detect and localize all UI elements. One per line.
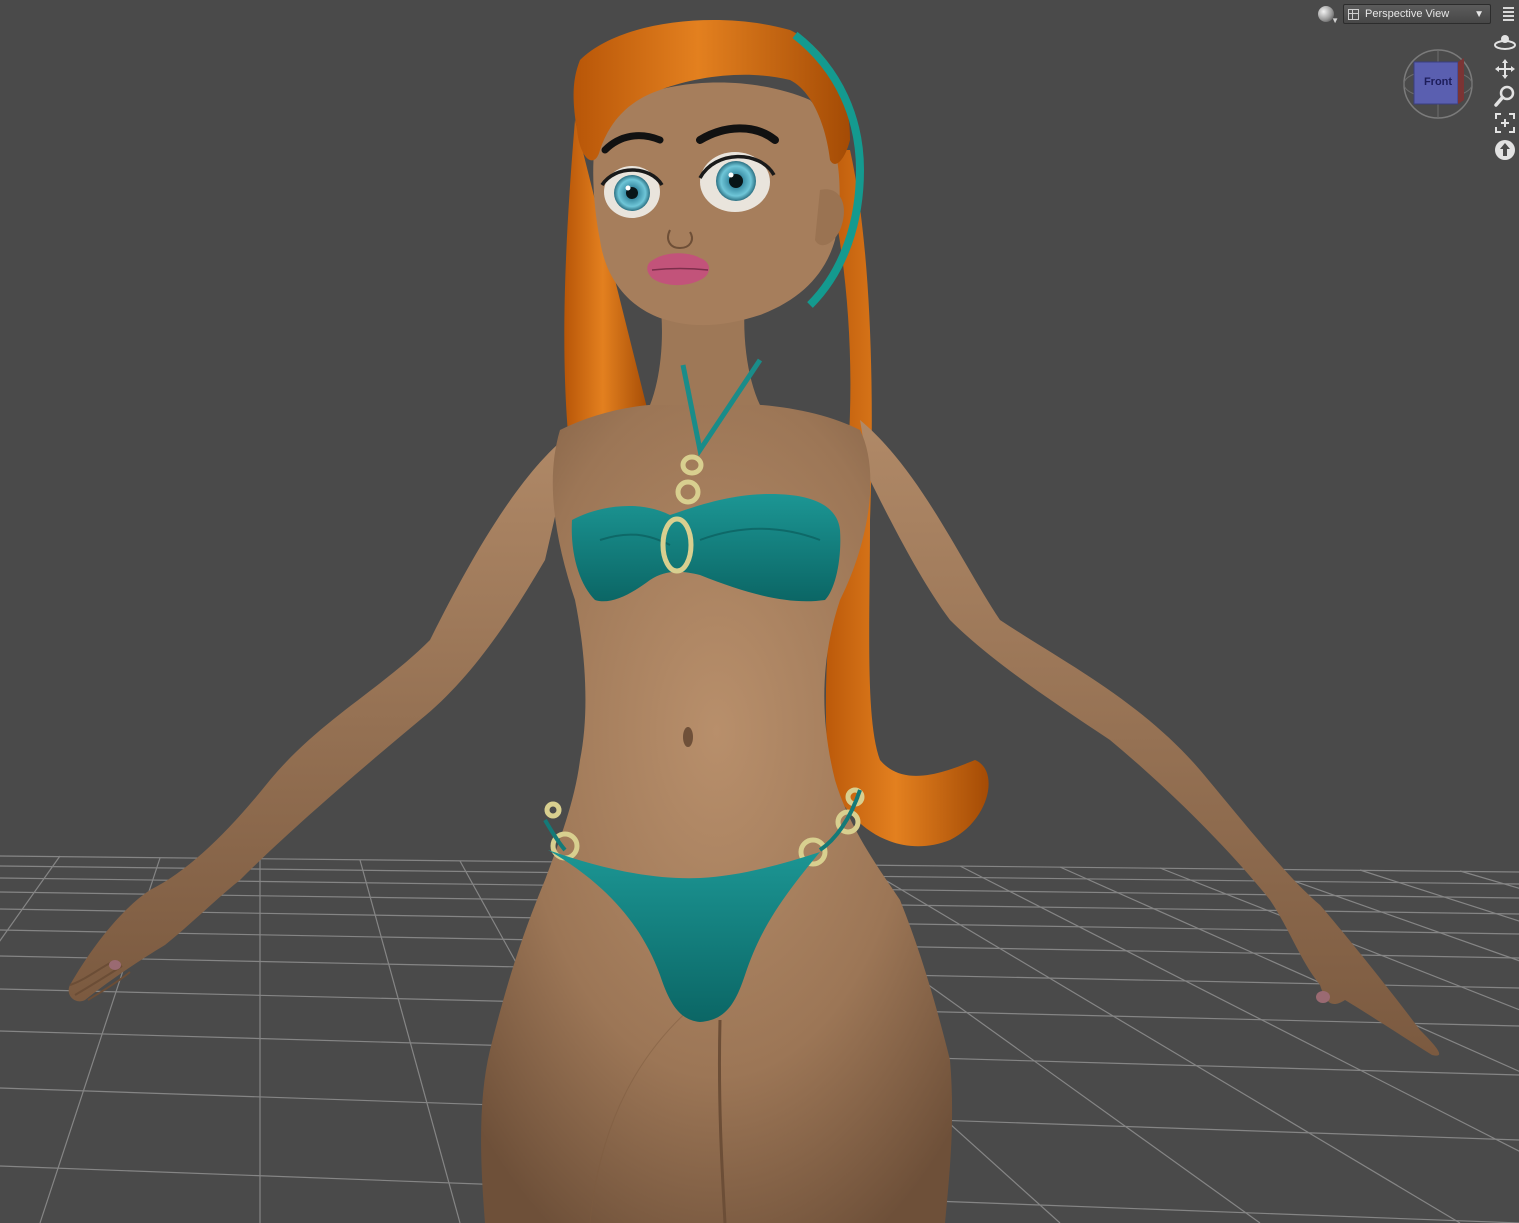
- options-menu-icon[interactable]: [1497, 3, 1519, 25]
- viewport-toolbar: ▼ Perspective View ▼: [1313, 2, 1519, 26]
- scene-render[interactable]: [0, 0, 1519, 1223]
- frame-icon[interactable]: [1493, 111, 1517, 135]
- camera-view-icon: [1348, 8, 1359, 20]
- view-cube-face-label: Front: [1423, 76, 1453, 88]
- reset-view-icon[interactable]: [1493, 138, 1517, 162]
- figure-arm-right: [860, 420, 1440, 1056]
- pan-icon[interactable]: [1493, 57, 1517, 81]
- sphere-shading-icon[interactable]: ▼: [1313, 2, 1339, 26]
- navigation-tools: [1493, 30, 1517, 162]
- figure-arm-left: [68, 430, 575, 1002]
- 3d-viewport[interactable]: ▼ Perspective View ▼ Front: [0, 0, 1519, 1223]
- view-selector-label: Perspective View: [1365, 8, 1450, 20]
- zoom-icon[interactable]: [1493, 84, 1517, 108]
- view-cube[interactable]: Front: [1402, 46, 1478, 122]
- orbit-icon[interactable]: [1493, 30, 1517, 54]
- chevron-down-icon: ▼: [1474, 8, 1484, 20]
- perspective-view-dropdown[interactable]: Perspective View ▼: [1343, 4, 1491, 24]
